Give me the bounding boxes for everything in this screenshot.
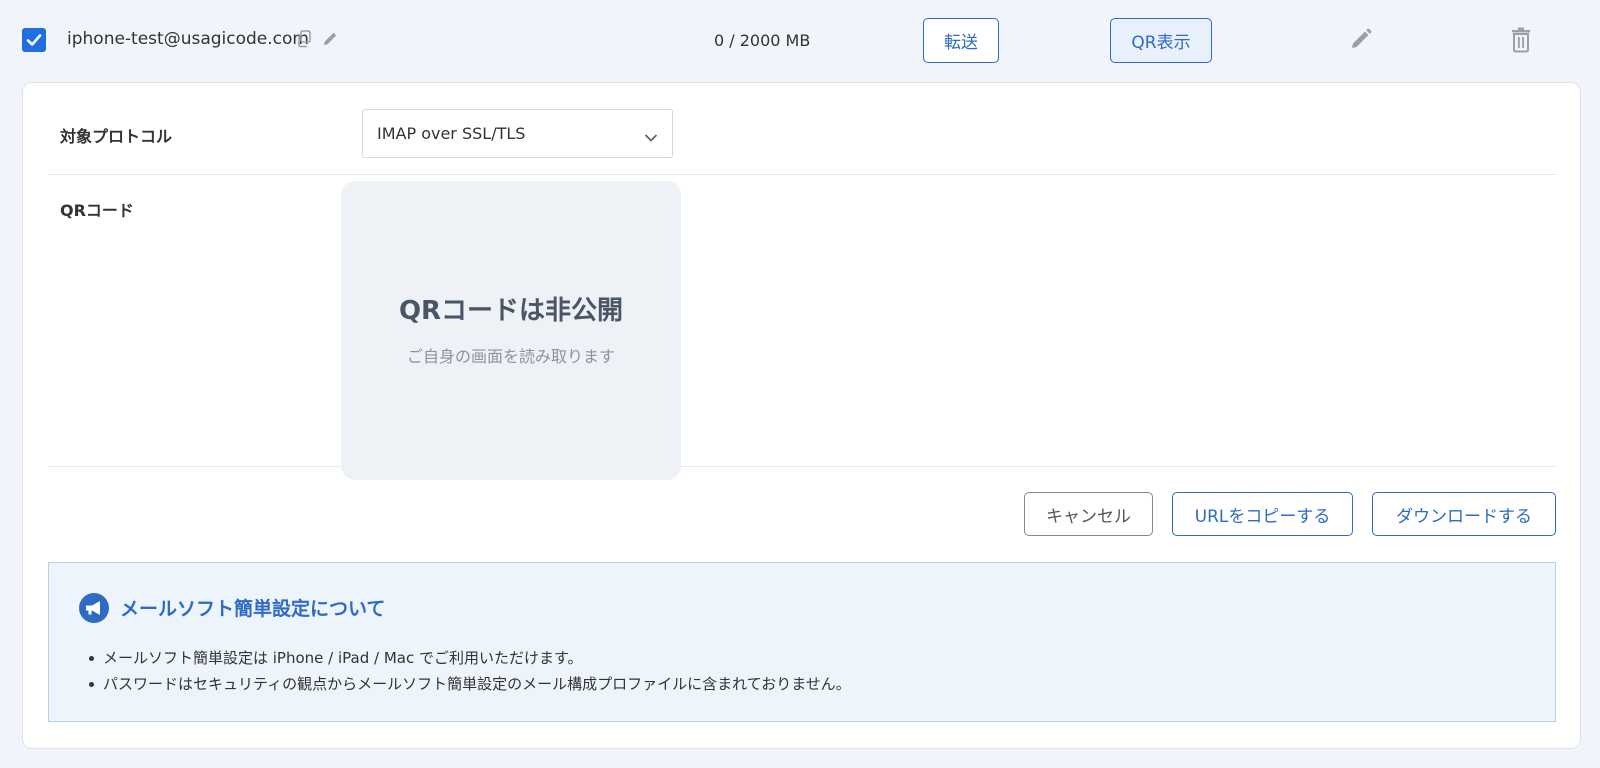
account-row: iphone-test@usagicode.com 0 / 2000 MB 転送…	[0, 0, 1600, 82]
qr-display-button[interactable]: QR表示	[1110, 18, 1212, 63]
list-item: メールソフト簡単設定は iPhone / iPad / Mac でご利用いただけ…	[89, 645, 851, 671]
protocol-select[interactable]: IMAP over SSL/TLS	[362, 109, 673, 158]
info-title: メールソフト簡単設定について	[120, 598, 386, 620]
download-button[interactable]: ダウンロードする	[1372, 492, 1556, 536]
list-item: パスワードはセキュリティの観点からメールソフト簡単設定のメール構成プロファイルに…	[89, 671, 851, 697]
check-icon	[26, 34, 42, 46]
qr-code-placeholder: QRコードは非公開 ご自身の画面を読み取ります	[341, 181, 681, 480]
qr-code-label: QRコード	[60, 201, 134, 220]
mailbox-usage: 0 / 2000 MB	[714, 31, 811, 50]
forward-button[interactable]: 転送	[923, 18, 999, 63]
copy-icon[interactable]	[296, 30, 312, 52]
protocol-select-value: IMAP over SSL/TLS	[377, 124, 526, 143]
cancel-button[interactable]: キャンセル	[1024, 492, 1153, 536]
chevron-down-icon	[644, 128, 658, 147]
qr-private-subtitle: ご自身の画面を読み取ります	[406, 347, 615, 366]
info-list: メールソフト簡単設定は iPhone / iPad / Mac でご利用いただけ…	[89, 645, 851, 697]
divider	[48, 174, 1556, 175]
protocol-label: 対象プロトコル	[60, 127, 173, 146]
account-checkbox[interactable]	[22, 28, 46, 52]
account-email: iphone-test@usagicode.com	[67, 29, 309, 49]
edit-email-icon[interactable]	[322, 30, 339, 51]
edit-icon[interactable]	[1349, 27, 1373, 55]
qr-private-title: QRコードは非公開	[398, 296, 624, 326]
qr-settings-card: 対象プロトコル IMAP over SSL/TLS QRコード QRコードは非公…	[22, 82, 1581, 749]
trash-icon[interactable]	[1509, 27, 1533, 57]
divider	[48, 466, 1556, 467]
info-panel: メールソフト簡単設定について メールソフト簡単設定は iPhone / iPad…	[48, 562, 1556, 722]
megaphone-icon	[79, 593, 109, 627]
copy-url-button[interactable]: URLをコピーする	[1172, 492, 1353, 536]
